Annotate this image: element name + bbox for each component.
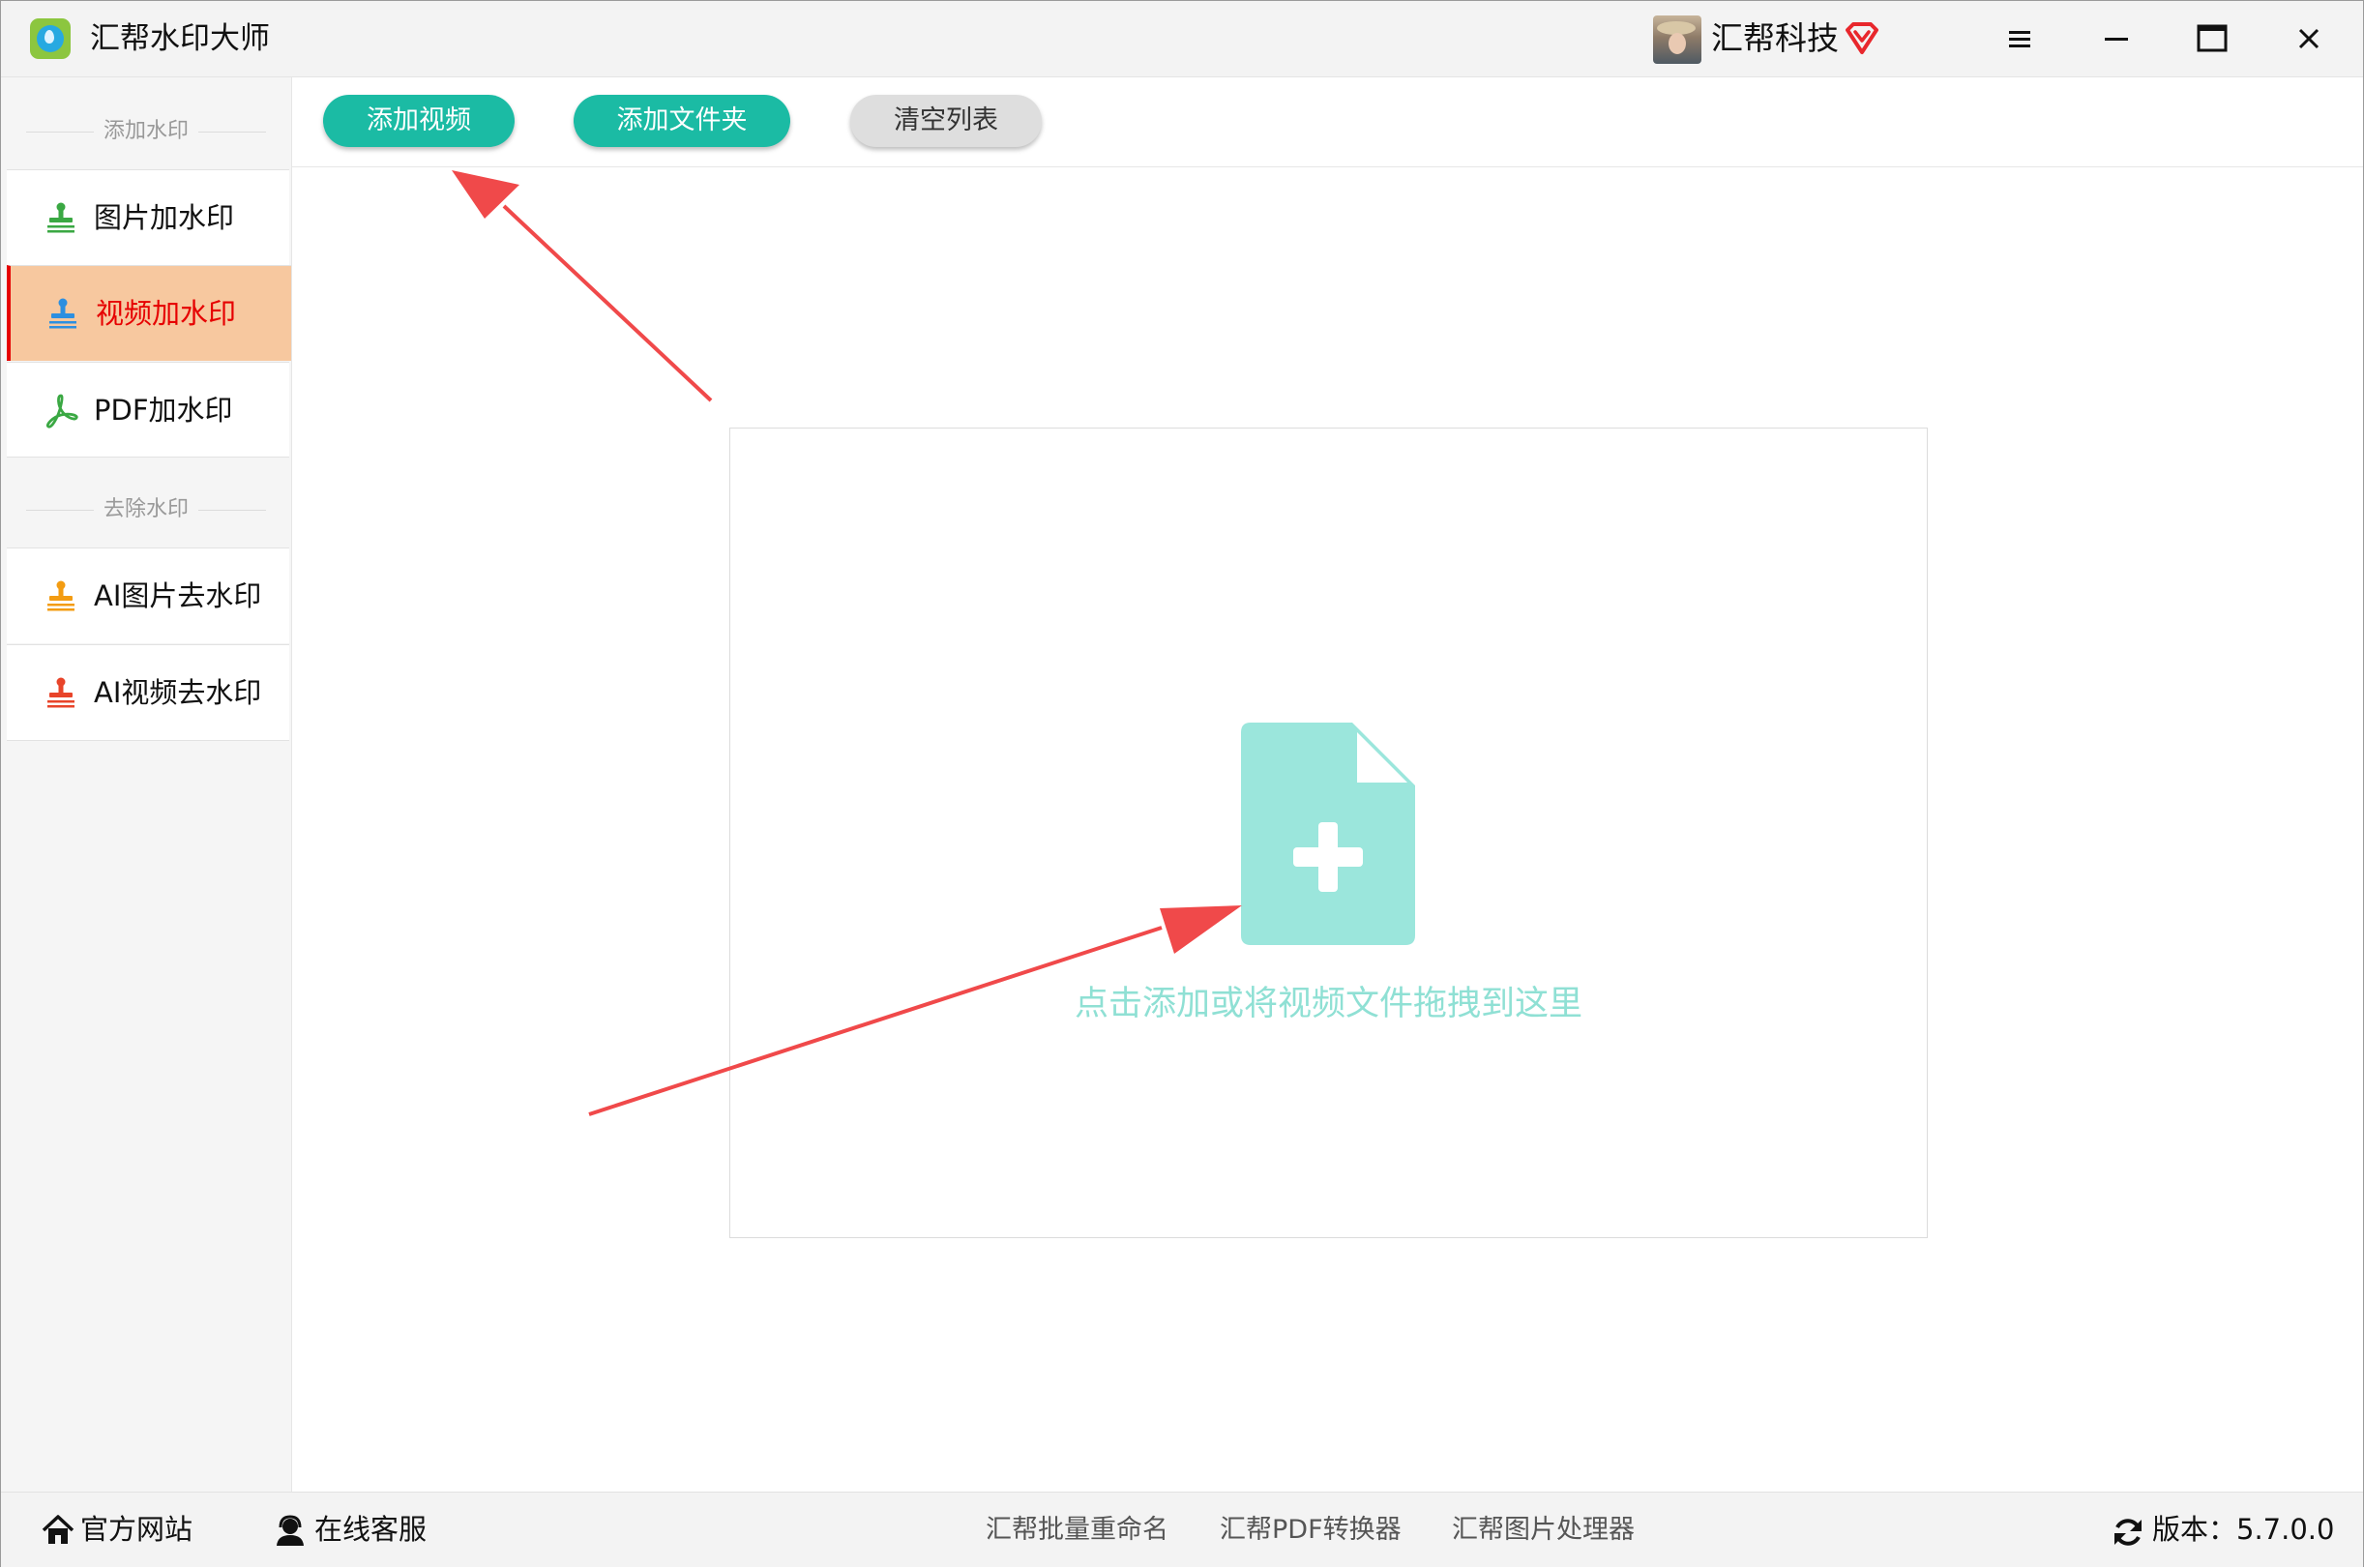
customer-service-icon [277, 1515, 304, 1546]
file-drop-zone[interactable]: 点击添加或将视频文件拖拽到这里 [729, 428, 1928, 1238]
file-add-icon[interactable] [1241, 723, 1415, 945]
toolbar: 添加视频 添加文件夹 清空列表 [292, 77, 2363, 167]
maximize-icon [2197, 24, 2228, 52]
product-link-batch-rename[interactable]: 汇帮批量重命名 [986, 1493, 1168, 1567]
minimize-button[interactable] [2088, 15, 2142, 63]
user-avatar[interactable] [1653, 15, 1701, 64]
menu-button[interactable] [1992, 15, 2046, 63]
user-name[interactable]: 汇帮科技 [1711, 17, 1839, 60]
home-icon [42, 1515, 74, 1544]
version-label: 版本：5.7.0.0 [2152, 1513, 2335, 1546]
add-folder-button[interactable]: 添加文件夹 [574, 95, 790, 147]
section-title-remove-watermark: 去除水印 [1, 490, 291, 529]
sidebar: 添加水印 图片加水印 视频加水印 PDF加水印 去除水印 AI图片去水印 AI视… [1, 77, 292, 1492]
sidebar-item-pdf-watermark[interactable]: PDF加水印 [7, 362, 289, 458]
stamp-icon [47, 202, 74, 233]
clear-list-button[interactable]: 清空列表 [850, 95, 1042, 147]
hamburger-menu-icon [2009, 31, 2030, 47]
close-button[interactable] [2282, 15, 2336, 63]
stamp-icon [47, 580, 74, 611]
sidebar-item-ai-image-remove[interactable]: AI图片去水印 [7, 547, 289, 643]
pdf-icon [45, 394, 78, 429]
close-icon [2298, 28, 2320, 49]
sidebar-item-video-watermark[interactable]: 视频加水印 [7, 265, 291, 361]
sidebar-item-ai-video-remove[interactable]: AI视频去水印 [7, 644, 289, 740]
drop-hint-text: 点击添加或将视频文件拖拽到这里 [1074, 985, 1582, 1023]
product-link-pdf-converter[interactable]: 汇帮PDF转换器 [1220, 1493, 1402, 1567]
add-video-button[interactable]: 添加视频 [323, 95, 515, 147]
sidebar-item-image-watermark[interactable]: 图片加水印 [7, 169, 289, 265]
app-logo-icon [30, 18, 71, 59]
maximize-button[interactable] [2185, 15, 2239, 63]
stamp-icon [49, 298, 76, 329]
section-title-add-watermark: 添加水印 [1, 112, 291, 151]
title-bar: 汇帮水印大师 汇帮科技 [1, 1, 2363, 77]
stamp-icon [47, 677, 74, 708]
minimize-icon [2105, 38, 2128, 41]
app-window: 汇帮水印大师 汇帮科技 添加水印 图片加水印 视频加水印 PDF加水印 去除水印… [0, 0, 2364, 1567]
footer-bar: 官方网站 在线客服 汇帮批量重命名 汇帮PDF转换器 汇帮图片处理器 版本：5.… [1, 1492, 2363, 1567]
refresh-icon [2114, 1519, 2142, 1546]
vip-diamond-icon[interactable] [1845, 22, 1879, 55]
app-title: 汇帮水印大师 [90, 21, 270, 56]
product-link-image-processor[interactable]: 汇帮图片处理器 [1452, 1493, 1635, 1567]
annotation-arrow-to-add-video [452, 170, 713, 402]
